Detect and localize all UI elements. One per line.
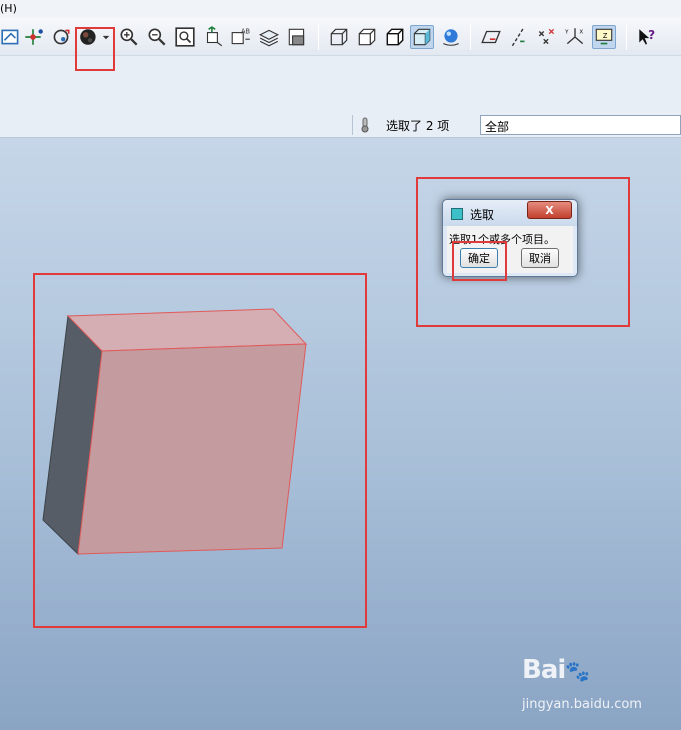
datum-planes-icon[interactable] [480, 26, 502, 48]
datum-axis-icon[interactable] [22, 26, 44, 48]
repaint-icon[interactable] [50, 26, 72, 48]
zoom-in-icon[interactable] [118, 26, 140, 48]
svg-text:?: ? [648, 28, 655, 42]
no-hidden-icon[interactable] [384, 26, 406, 48]
dialog-message: 选取1个或多个项目。 [449, 233, 555, 246]
dialog-title: 选取 [470, 208, 495, 222]
watermark-logo: Bai🐾 [522, 655, 590, 685]
chevron-down-icon[interactable] [100, 26, 112, 48]
annotation-icon[interactable]: AB [230, 26, 252, 48]
toolbar-separator [626, 24, 627, 50]
help-menu[interactable]: (H) [0, 2, 17, 15]
svg-text:X: X [579, 30, 583, 36]
menu-bar: (H) [0, 0, 681, 18]
svg-text:Z: Z [603, 32, 608, 40]
named-views-icon[interactable] [286, 26, 308, 48]
svg-text:Y: Y [564, 30, 569, 36]
status-separator [352, 115, 353, 135]
main-toolbar: AB YX Z ? [0, 18, 681, 56]
zoom-out-icon[interactable] [146, 26, 168, 48]
svg-text:AB: AB [241, 28, 251, 36]
toolbar-separator [470, 24, 471, 50]
appearance-gallery-icon[interactable] [78, 26, 100, 48]
selection-count-text: 选取了 2 项 [386, 119, 450, 133]
box-front-face [77, 343, 307, 555]
reorient-icon[interactable] [202, 26, 224, 48]
watermark-url: jingyan.baidu.com [522, 697, 642, 712]
datum-axes-icon[interactable] [508, 26, 530, 48]
select-dialog: 选取 X 选取1个或多个项目。 确定 取消 [442, 199, 578, 277]
selection-status-icon [361, 117, 369, 133]
toolbar-separator [318, 24, 319, 50]
close-button[interactable]: X [527, 201, 572, 219]
datum-points-icon[interactable] [536, 26, 558, 48]
context-help-icon[interactable]: ? [636, 26, 658, 48]
toolbar-area [0, 56, 681, 112]
box-top-face [66, 308, 308, 352]
graphics-window[interactable] [0, 138, 681, 730]
coordinate-systems-icon[interactable]: YX [564, 26, 586, 48]
selection-filter-select[interactable]: 全部 [480, 115, 681, 135]
model-canvas [42, 308, 308, 556]
ok-button[interactable]: 确定 [460, 248, 498, 268]
spin-center-icon[interactable] [440, 26, 462, 48]
cancel-button[interactable]: 取消 [521, 248, 559, 268]
dialog-titlebar[interactable]: 选取 X [443, 200, 577, 226]
datum-display-icon[interactable] [0, 26, 22, 48]
refit-icon[interactable] [174, 26, 196, 48]
status-bar: 选取了 2 项 全部 [0, 112, 681, 138]
shading-icon[interactable] [410, 25, 434, 49]
dialog-app-icon [451, 208, 463, 220]
wireframe-icon[interactable] [328, 26, 350, 48]
hidden-line-icon[interactable] [356, 26, 378, 48]
layers-icon[interactable] [258, 26, 280, 48]
annotation-display-icon[interactable]: Z [592, 25, 616, 49]
